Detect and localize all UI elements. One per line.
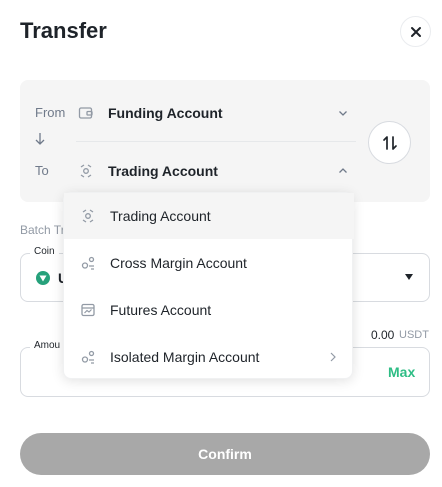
page-title: Transfer xyxy=(20,18,107,43)
max-button[interactable]: Max xyxy=(388,364,415,380)
chevron-right-icon xyxy=(330,352,336,362)
trading-icon xyxy=(80,164,92,178)
to-label: To xyxy=(35,163,49,178)
coin-label: Coin xyxy=(30,246,59,257)
available-value: 0.00 xyxy=(371,328,395,342)
margin-icon xyxy=(81,350,95,364)
divider xyxy=(76,141,356,142)
trading-icon xyxy=(82,209,94,223)
caret-down-icon[interactable] xyxy=(405,274,413,280)
confirm-button[interactable]: Confirm xyxy=(20,433,430,475)
swap-button[interactable] xyxy=(368,121,411,164)
dropdown-item-trading[interactable]: Trading Account xyxy=(64,193,354,239)
dropdown-item-label: Trading Account xyxy=(110,208,211,224)
dropdown-item-isolated-margin[interactable]: Isolated Margin Account xyxy=(64,334,354,380)
amount-label: Amou xyxy=(30,340,65,351)
swap-icon xyxy=(382,135,397,150)
close-icon xyxy=(410,26,421,37)
chevron-up-icon[interactable] xyxy=(337,165,349,177)
arrow-down-icon xyxy=(35,133,45,145)
futures-icon xyxy=(81,303,95,317)
transfer-panel: From Funding Account To Trading Account xyxy=(20,80,430,202)
dropdown-item-label: Futures Account xyxy=(110,302,212,318)
wallet-icon xyxy=(78,107,93,119)
margin-icon xyxy=(81,256,95,270)
dropdown-item-cross-margin[interactable]: Cross Margin Account xyxy=(64,240,354,286)
from-label: From xyxy=(35,105,66,120)
dropdown-item-label: Isolated Margin Account xyxy=(110,349,260,365)
to-account-select[interactable]: Trading Account xyxy=(108,163,218,179)
chevron-down-icon[interactable] xyxy=(337,107,349,119)
close-button[interactable] xyxy=(400,16,431,47)
dropdown-item-label: Cross Margin Account xyxy=(110,255,247,271)
from-account-select[interactable]: Funding Account xyxy=(108,105,223,121)
batch-transfer-label[interactable]: Batch Tr xyxy=(20,223,65,237)
dropdown-item-futures[interactable]: Futures Account xyxy=(64,287,354,333)
usdt-coin-icon xyxy=(36,271,50,285)
account-dropdown: Trading Account Cross Margin Account Fut… xyxy=(63,192,354,380)
available-unit: USDT xyxy=(399,329,429,341)
